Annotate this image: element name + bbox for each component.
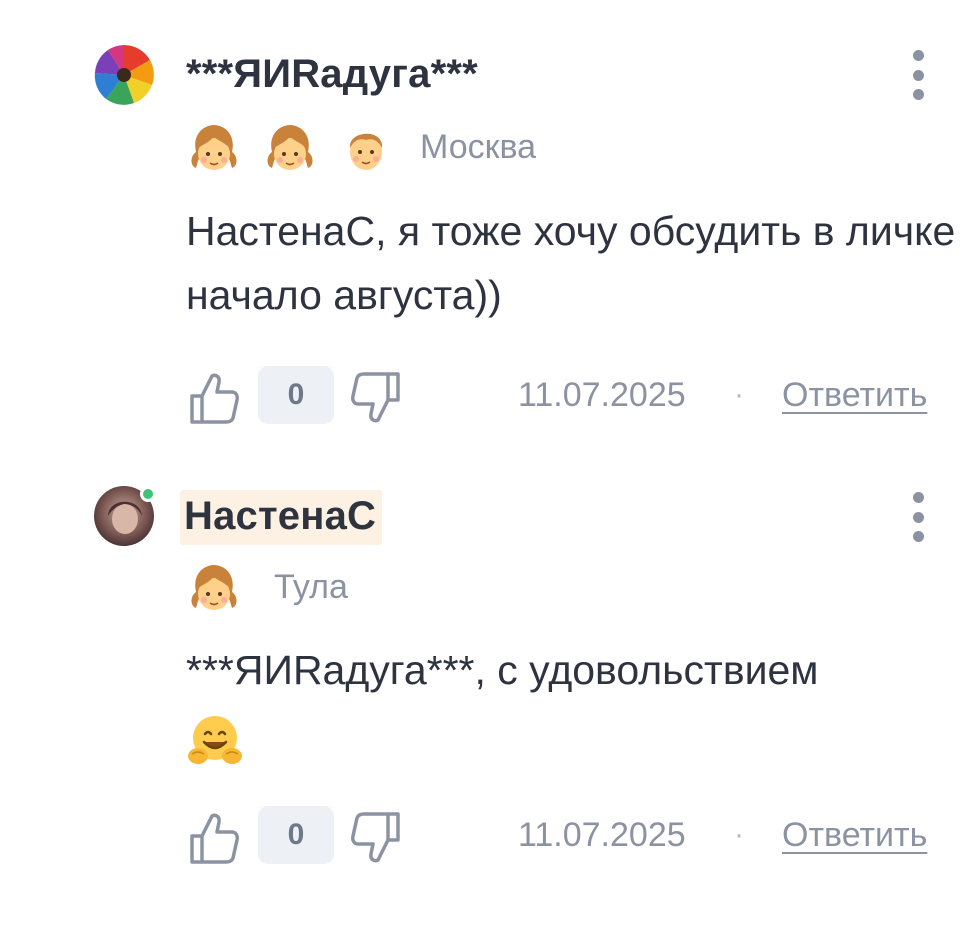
like-icon[interactable] xyxy=(186,808,242,868)
username[interactable]: НастенаС xyxy=(180,490,383,545)
girl-icon xyxy=(262,122,318,174)
comment-text: ***ЯИRадуга***, с удовольствием xyxy=(186,647,819,693)
more-options-icon[interactable] xyxy=(906,492,930,542)
more-options-icon[interactable] xyxy=(906,50,930,100)
user-city: Тула xyxy=(274,568,348,606)
reply-link[interactable]: Ответить xyxy=(782,816,927,855)
dislike-icon[interactable] xyxy=(348,808,404,868)
rainbow-avatar-icon xyxy=(94,45,154,105)
online-status-indicator xyxy=(140,486,156,502)
comment-text: НастенаС, я тоже хочу обсудить в личке н… xyxy=(186,208,956,318)
vote-score: 0 xyxy=(258,806,334,864)
child-badges xyxy=(186,562,242,614)
reply-link[interactable]: Ответить xyxy=(782,376,927,415)
username[interactable]: ***ЯИRадуга*** xyxy=(186,52,478,97)
separator-dot: · xyxy=(734,378,744,411)
girl-icon xyxy=(186,562,242,614)
child-badges xyxy=(186,122,394,174)
comment-date: 11.07.2025 xyxy=(518,376,686,414)
vote-score: 0 xyxy=(258,366,334,424)
comment-date: 11.07.2025 xyxy=(518,816,686,854)
like-icon[interactable] xyxy=(186,368,242,428)
user-city: Москва xyxy=(420,128,537,166)
girl-icon xyxy=(186,122,242,174)
hugging-face-icon xyxy=(188,716,242,764)
avatar[interactable] xyxy=(94,45,154,105)
separator-dot: · xyxy=(734,818,744,851)
dislike-icon[interactable] xyxy=(348,368,404,428)
boy-icon xyxy=(338,122,394,174)
